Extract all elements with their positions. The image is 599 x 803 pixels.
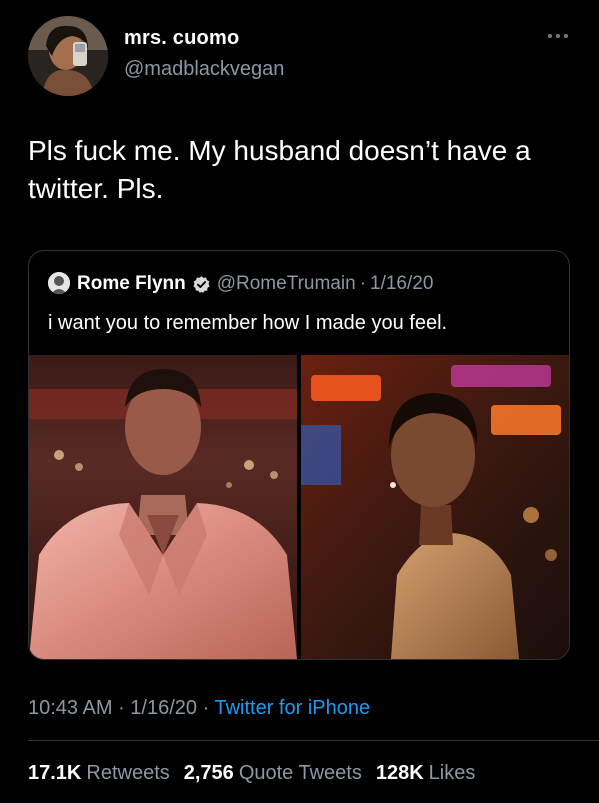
quoted-tweet-text: i want you to remember how I made you fe… — [48, 312, 448, 334]
quoted-date[interactable]: 1/16/20 — [370, 273, 433, 295]
meta-separator: · — [112, 697, 131, 719]
quoted-header: Rome Flynn @RomeTrumain · 1/16/20 — [77, 272, 433, 296]
quoted-display-name[interactable]: Rome Flynn — [77, 273, 186, 295]
meta-separator: · — [197, 697, 215, 719]
quoted-tweet[interactable]: Rome Flynn @RomeTrumain · 1/16/20 i want… — [28, 250, 570, 660]
tweet-time[interactable]: 10:43 AM — [28, 697, 113, 719]
quoted-separator: · — [359, 273, 367, 294]
verified-badge-icon — [192, 275, 211, 294]
tweet-card: mrs. cuomo @madblackvegan Pls fuck me. M… — [0, 0, 599, 803]
quoted-media — [29, 355, 569, 659]
photo-neon-night[interactable] — [301, 355, 569, 659]
tweet-source-link[interactable]: Twitter for iPhone — [214, 697, 370, 719]
quote-tweets-stat[interactable]: 2,756 Quote Tweets — [184, 762, 362, 785]
divider — [28, 740, 599, 741]
quoted-handle[interactable]: @RomeTrumain — [217, 273, 356, 295]
author-display-name[interactable]: mrs. cuomo — [124, 27, 239, 50]
avatar-photo — [28, 16, 108, 96]
author-avatar[interactable] — [28, 16, 108, 96]
quoted-author-avatar[interactable] — [48, 272, 70, 294]
retweets-label: Retweets — [86, 762, 170, 784]
retweets-count: 17.1K — [28, 762, 82, 784]
likes-label: Likes — [428, 762, 476, 784]
quote-tweets-count: 2,756 — [183, 762, 234, 784]
more-options-icon[interactable] — [543, 26, 573, 46]
tweet-date[interactable]: 1/16/20 — [130, 697, 197, 719]
photo-pink-satin-shirt[interactable] — [29, 355, 297, 659]
tweet-text: Pls fuck me. My husband doesn’t have a t… — [28, 135, 531, 204]
tweet-stats: 17.1K Retweets 2,756 Quote Tweets 128K Like… — [28, 762, 475, 785]
quote-tweets-label: Quote Tweets — [238, 762, 362, 784]
tweet-meta: 10:43 AM · 1/16/20 · Twitter for iPhone — [28, 697, 370, 720]
likes-stat[interactable]: 128K Likes — [376, 762, 476, 785]
likes-count: 128K — [375, 762, 424, 784]
author-handle[interactable]: @madblackvegan — [124, 58, 284, 81]
retweets-stat[interactable]: 17.1K Retweets — [28, 762, 170, 785]
